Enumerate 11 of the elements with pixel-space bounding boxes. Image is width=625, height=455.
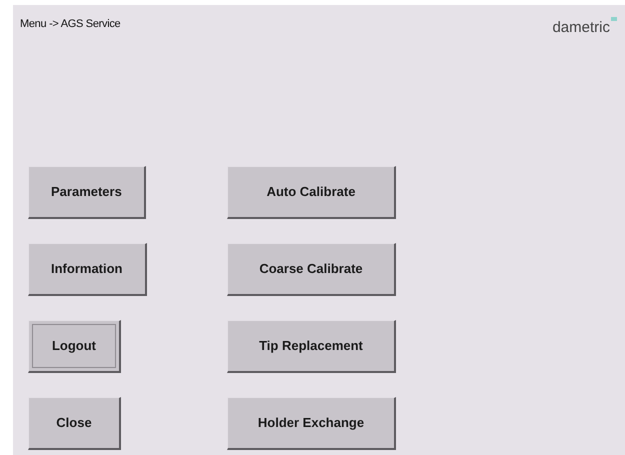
breadcrumb: Menu -> AGS Service xyxy=(20,17,120,32)
menu-button[interactable]: Coarse Calibrate xyxy=(227,242,396,296)
menu-button[interactable]: Logout xyxy=(28,320,121,372)
menu-button[interactable]: Parameters xyxy=(28,166,146,218)
logo-text: dametric xyxy=(552,18,610,38)
menu-button[interactable]: Information xyxy=(28,242,146,296)
menu-button[interactable]: Holder Exchange xyxy=(227,396,396,450)
menu-button[interactable]: Auto Calibrate xyxy=(227,166,396,218)
logo-mark-icon xyxy=(611,17,617,21)
menu-button[interactable]: Tip Replacement xyxy=(227,320,396,372)
menu-button[interactable]: Close xyxy=(28,396,121,450)
